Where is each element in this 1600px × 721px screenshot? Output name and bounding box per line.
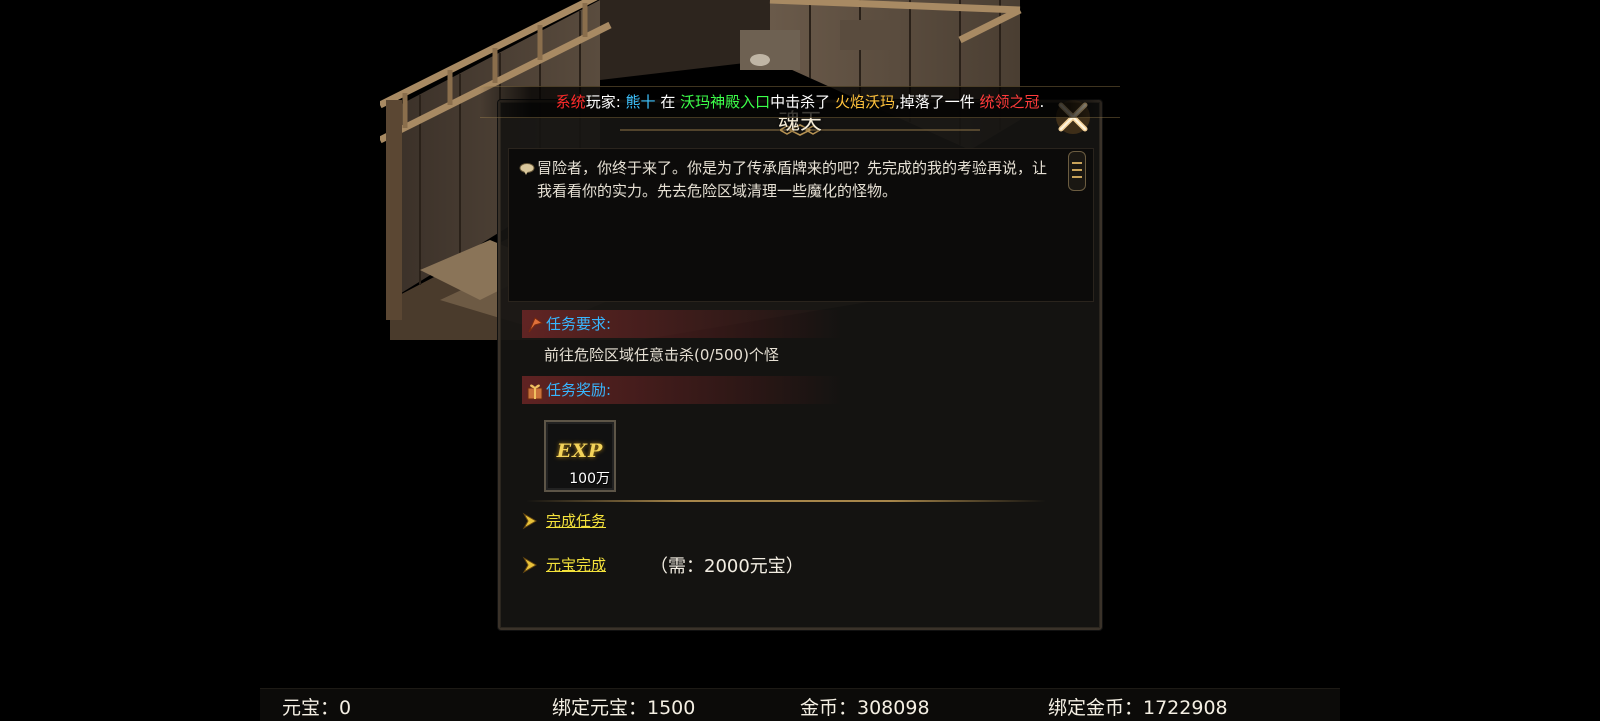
gold-cost-text: （需：2000元宝） (650, 556, 804, 577)
exp-icon: EXP (556, 440, 604, 462)
npc-dialogue-panel: 冒险者，你终于来了。你是为了传承盾牌来的吧？先完成的我的考验再说，让我看看你的实… (508, 148, 1094, 302)
broadcast-item: 统领之冠 (979, 93, 1040, 111)
reward-header: 任务奖励: (522, 376, 842, 404)
broadcast-player: 熊十 (625, 93, 656, 111)
broadcast-player-label: 玩家: (585, 93, 621, 111)
bound-gold-balance: 绑定金币：1722908 (1048, 697, 1228, 719)
gift-icon (527, 384, 543, 400)
requirement-label: 任务要求: (546, 315, 612, 333)
broadcast-drop-text: ,掉落了一件 (894, 93, 975, 111)
currency-bar: 元宝：0 绑定元宝：1500 金币：308098 绑定金币：1722908 (260, 688, 1340, 721)
broadcast-system: 系统 (555, 93, 586, 111)
requirement-text: 前往危险区域任意击杀(0/500)个怪 (544, 346, 779, 364)
quest-dialog: 魂天 冒险者，你终于来了。你是为了传承盾牌来的吧？先完成的我的考验再说，让我看看… (498, 100, 1102, 630)
reward-quantity: 100万 (569, 471, 610, 487)
arrow-icon (522, 512, 537, 530)
flag-icon (528, 317, 544, 333)
broadcast-monster: 火焰沃玛 (834, 93, 895, 111)
broadcast-kill-text: 中击杀了 (770, 93, 831, 111)
requirement-header: 任务要求: (522, 310, 842, 338)
divider (526, 500, 1046, 502)
npc-dialogue-text: 冒险者，你终于来了。你是为了传承盾牌来的吧？先完成的我的考验再说，让我看看你的实… (537, 159, 1048, 200)
arrow-icon (522, 556, 537, 574)
speech-icon (519, 163, 535, 175)
yuanbao-balance: 元宝：0 (282, 697, 352, 719)
system-broadcast: 系统玩家: 熊十 在 沃玛神殿入口中击杀了 火焰沃玛,掉落了一件 统领之冠. (480, 86, 1120, 118)
reward-label: 任务奖励: (546, 381, 612, 399)
bound-yuanbao-balance: 绑定元宝：1500 (552, 697, 696, 719)
complete-quest-link[interactable]: 完成任务 (546, 510, 606, 531)
broadcast-end: . (1039, 93, 1045, 111)
broadcast-at: 在 (660, 93, 676, 111)
gold-complete-link[interactable]: 元宝完成 (546, 554, 606, 575)
reward-item-slot[interactable]: EXP 100万 (544, 420, 616, 492)
broadcast-location: 沃玛神殿入口 (680, 93, 771, 111)
gold-balance: 金币：308098 (800, 697, 930, 719)
scrollbar-thumb[interactable] (1068, 151, 1086, 191)
